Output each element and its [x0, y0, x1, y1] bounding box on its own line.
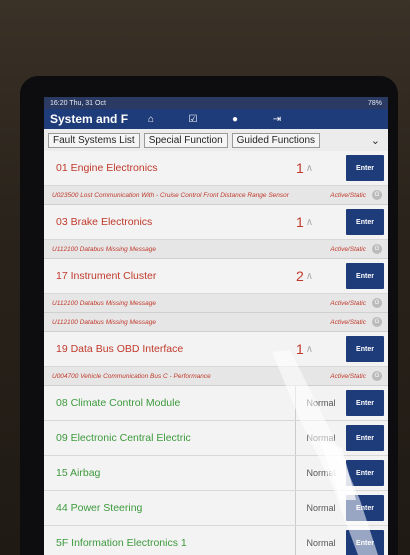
- system-name: 17 Instrument Cluster: [56, 270, 157, 282]
- enter-button[interactable]: Enter: [346, 530, 384, 555]
- system-row[interactable]: 01 Engine Electronics 1 ∧ Enter: [44, 151, 388, 186]
- dtc-row: U023500 Lost Communication With - Cruise…: [44, 186, 388, 205]
- dtc-row: U112100 Databus Missing Message Active/St…: [44, 313, 388, 332]
- chevron-up-icon[interactable]: ∧: [306, 217, 313, 228]
- enter-button[interactable]: Enter: [346, 209, 384, 235]
- exit-icon[interactable]: ⇥: [256, 109, 298, 129]
- fault-count-value: 1: [296, 214, 304, 230]
- enter-button[interactable]: Enter: [346, 336, 384, 362]
- fault-count-value: 1: [296, 341, 304, 357]
- system-name: 15 Airbag: [56, 467, 101, 479]
- system-row[interactable]: 44 Power Steering Normal Enter: [44, 491, 388, 526]
- user-icon[interactable]: ●: [214, 109, 256, 129]
- status-bar: 16:20 Thu, 31 Oct 78%: [44, 97, 388, 109]
- dtc-status: Active/Static: [330, 299, 366, 307]
- info-icon[interactable]: G: [372, 244, 382, 254]
- fault-count: 1 ∧: [296, 160, 346, 176]
- dtc-text: U112100 Databus Missing Message: [52, 299, 156, 307]
- status-label: Normal: [295, 456, 346, 490]
- tab-fault-systems[interactable]: Fault Systems List: [48, 132, 140, 148]
- tablet-screen: 16:20 Thu, 31 Oct 78% System and F ⌂ ☑ ●…: [44, 97, 388, 555]
- system-name: 5F Information Electronics 1: [56, 537, 187, 549]
- status-label: Normal: [295, 491, 346, 525]
- battery-level: 78%: [367, 99, 382, 107]
- enter-button[interactable]: Enter: [346, 460, 384, 486]
- app-title: System and F: [50, 112, 129, 126]
- chevron-up-icon[interactable]: ∧: [306, 163, 313, 174]
- dtc-status: Active/Static: [330, 191, 366, 199]
- dtc-text: U112100 Databus Missing Message: [52, 245, 156, 253]
- status-label: Normal: [295, 386, 346, 420]
- dtc-status: Active/Static: [330, 318, 366, 326]
- dtc-row: U004700 Vehicle Communication Bus C - Pe…: [44, 367, 388, 386]
- dtc-text: U023500 Lost Communication With - Cruise…: [52, 191, 289, 199]
- tab-special-function[interactable]: Special Function: [143, 132, 228, 148]
- home-icon[interactable]: ⌂: [130, 109, 172, 129]
- fault-count: 1 ∧: [296, 341, 346, 357]
- system-list: 01 Engine Electronics 1 ∧ Enter U023500 Lost…: [44, 151, 388, 555]
- fault-count: 1 ∧: [296, 214, 346, 230]
- info-icon[interactable]: G: [372, 298, 382, 308]
- info-icon[interactable]: G: [372, 190, 382, 200]
- dtc-text: U112100 Databus Missing Message: [52, 318, 156, 326]
- tab-guided-functions[interactable]: Guided Functions: [231, 132, 321, 148]
- enter-button[interactable]: Enter: [346, 263, 384, 289]
- status-time: 16:20 Thu, 31 Oct: [50, 99, 106, 107]
- system-name: 44 Power Steering: [56, 502, 143, 514]
- enter-button[interactable]: Enter: [346, 425, 384, 451]
- dtc-row: U112100 Databus Missing Message Active/St…: [44, 240, 388, 259]
- enter-button[interactable]: Enter: [346, 495, 384, 521]
- fault-count: 2 ∧: [296, 268, 346, 284]
- fault-count-value: 2: [296, 268, 304, 284]
- system-row[interactable]: 09 Electronic Central Electric Normal Ente…: [44, 421, 388, 456]
- chevron-down-icon[interactable]: ⌄: [371, 134, 380, 147]
- system-name: 08 Climate Control Module: [56, 397, 181, 409]
- dtc-status: Active/Static: [330, 245, 366, 253]
- system-row[interactable]: 08 Climate Control Module Normal Enter: [44, 386, 388, 421]
- enter-button[interactable]: Enter: [346, 390, 384, 416]
- dtc-status: Active/Static: [330, 372, 366, 380]
- system-name: 19 Data Bus OBD Interface: [56, 343, 184, 355]
- system-row[interactable]: 17 Instrument Cluster 2 ∧ Enter: [44, 259, 388, 294]
- checklist-icon[interactable]: ☑: [172, 109, 214, 129]
- info-icon[interactable]: G: [372, 371, 382, 381]
- status-label: Normal: [295, 421, 346, 455]
- chevron-up-icon[interactable]: ∧: [306, 344, 313, 355]
- dtc-text: U004700 Vehicle Communication Bus C - Pe…: [52, 372, 211, 380]
- system-name: 01 Engine Electronics: [56, 162, 158, 174]
- enter-button[interactable]: Enter: [346, 155, 384, 181]
- app-bar: System and F ⌂ ☑ ● ⇥: [44, 109, 388, 129]
- chevron-up-icon[interactable]: ∧: [306, 271, 313, 282]
- status-label: Normal: [295, 526, 346, 555]
- dtc-row: U112100 Databus Missing Message Active/St…: [44, 294, 388, 313]
- info-icon[interactable]: G: [372, 317, 382, 327]
- system-row[interactable]: 15 Airbag Normal Enter: [44, 456, 388, 491]
- fault-count-value: 1: [296, 160, 304, 176]
- system-name: 09 Electronic Central Electric: [56, 432, 191, 444]
- system-row[interactable]: 19 Data Bus OBD Interface 1 ∧ Enter: [44, 332, 388, 367]
- system-row[interactable]: 03 Brake Electronics 1 ∧ Enter: [44, 205, 388, 240]
- function-tabs: Fault Systems List Special Function Guid…: [44, 129, 388, 151]
- system-row[interactable]: 5F Information Electronics 1 Normal Enter: [44, 526, 388, 555]
- system-name: 03 Brake Electronics: [56, 216, 153, 228]
